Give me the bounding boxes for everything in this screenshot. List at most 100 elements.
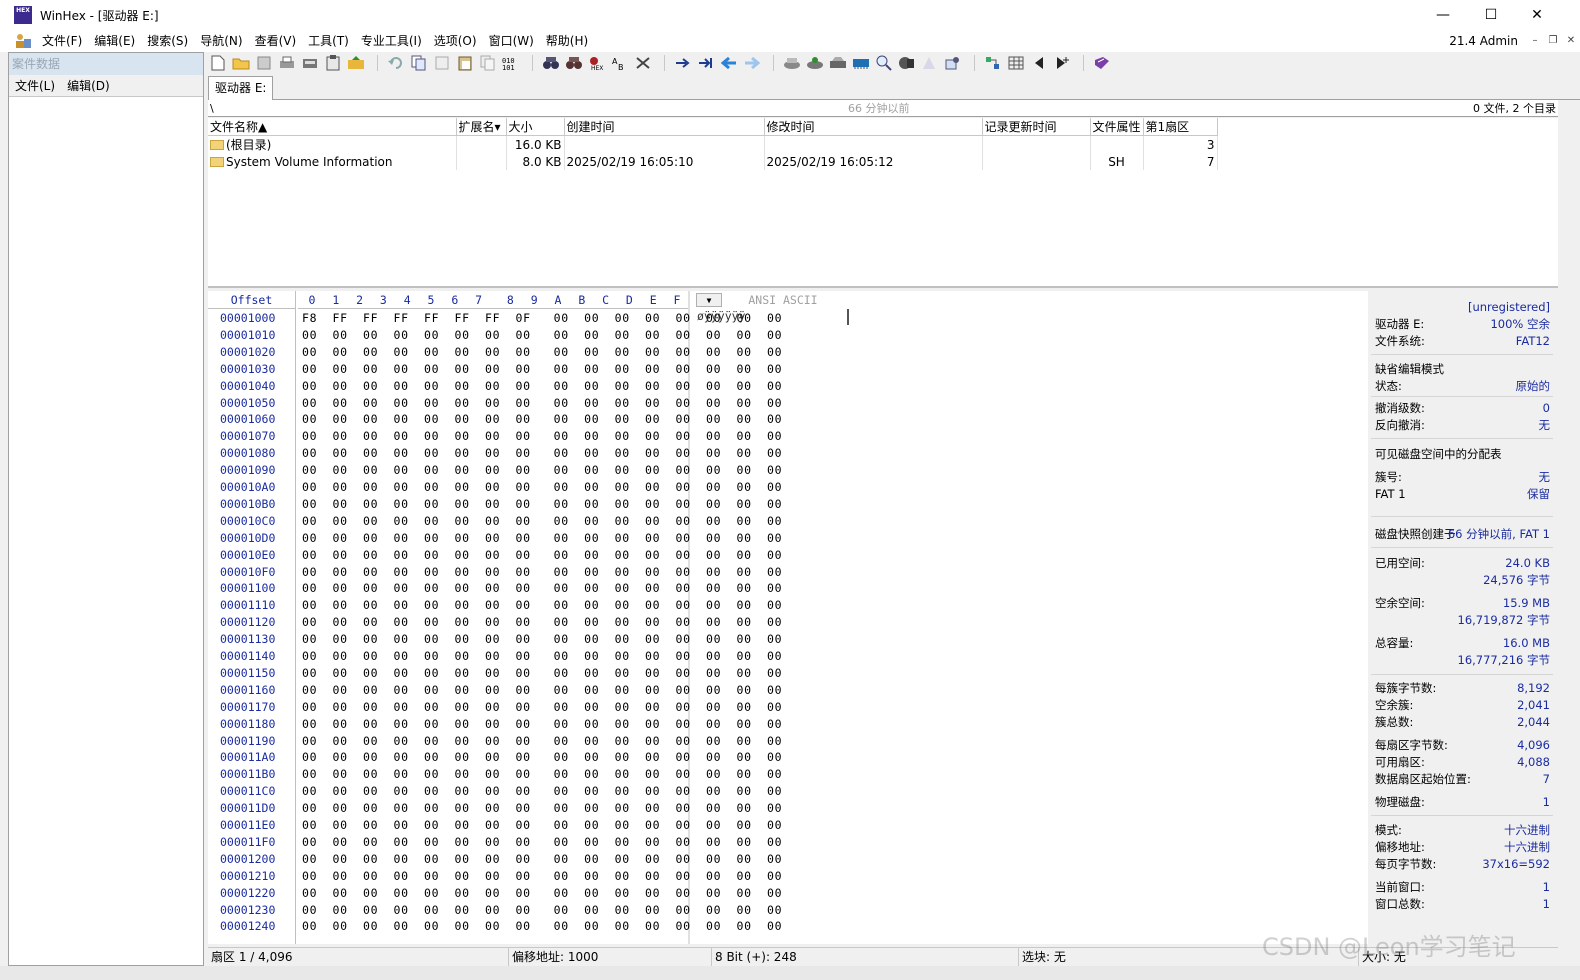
menu-options[interactable]: 选项(O) <box>428 30 483 52</box>
hex-row[interactable]: 00 00 00 00 00 00 00 00 00 00 00 00 00 0… <box>302 919 782 933</box>
paste-zero-icon[interactable] <box>478 54 498 72</box>
hex-editor[interactable]: Offset 0 1 2 3 4 5 6 7 8 9 A B C D E F ▼ ANSI ASCII 000… <box>208 291 1368 944</box>
hex-row[interactable]: 00 00 00 00 00 00 00 00 00 00 00 00 00 0… <box>302 531 782 545</box>
menu-help[interactable]: 帮助(H) <box>540 30 594 52</box>
col-filename[interactable]: 文件名称▲ <box>208 118 457 136</box>
hex-row[interactable]: 00 00 00 00 00 00 00 00 00 00 00 00 00 0… <box>302 615 782 629</box>
hex-row[interactable]: 00 00 00 00 00 00 00 00 00 00 00 00 00 0… <box>302 852 782 866</box>
goto-sector-icon[interactable] <box>696 54 716 72</box>
paste-icon[interactable] <box>455 54 475 72</box>
print-icon[interactable] <box>277 54 297 72</box>
hex-row[interactable]: 00 00 00 00 00 00 00 00 00 00 00 00 00 0… <box>302 480 782 494</box>
hex-row[interactable]: 00 00 00 00 00 00 00 00 00 00 00 00 00 0… <box>302 734 782 748</box>
hex-row[interactable]: 00 00 00 00 00 00 00 00 00 00 00 00 00 0… <box>302 818 782 832</box>
cut-icon[interactable] <box>432 54 452 72</box>
hex-row[interactable]: 00 00 00 00 00 00 00 00 00 00 00 00 00 0… <box>302 412 782 426</box>
charset-dropdown[interactable]: ▼ <box>696 293 722 307</box>
disk-image-icon[interactable] <box>828 54 848 72</box>
menu-view[interactable]: 查看(V) <box>249 30 303 52</box>
minimize-button[interactable]: — <box>1420 0 1466 30</box>
hex-row[interactable]: 00 00 00 00 00 00 00 00 00 00 00 00 00 0… <box>302 514 782 528</box>
replace-hex-icon[interactable]: AB <box>610 54 630 72</box>
zoom-icon[interactable] <box>874 54 894 72</box>
hex-row[interactable]: 00 00 00 00 00 00 00 00 00 00 00 00 00 0… <box>302 446 782 460</box>
replace-text-icon[interactable]: HEX <box>587 54 607 72</box>
hex-row[interactable]: 00 00 00 00 00 00 00 00 00 00 00 00 00 0… <box>302 886 782 900</box>
menu-file[interactable]: 文件(F) <box>36 30 88 52</box>
write-binary-icon[interactable]: 010 101 <box>501 54 521 72</box>
hex-row[interactable]: 00 00 00 00 00 00 00 00 00 00 00 00 00 0… <box>302 700 782 714</box>
hex-row[interactable]: 00 00 00 00 00 00 00 00 00 00 00 00 00 0… <box>302 632 782 646</box>
help-book-icon[interactable] <box>1092 54 1112 72</box>
export-icon[interactable] <box>346 54 366 72</box>
hex-row[interactable]: 00 00 00 00 00 00 00 00 00 00 00 00 00 0… <box>302 548 782 562</box>
hex-row[interactable]: 00 00 00 00 00 00 00 00 00 00 00 00 00 0… <box>302 903 782 917</box>
find-integer-icon[interactable] <box>633 54 653 72</box>
hex-row[interactable]: 00 00 00 00 00 00 00 00 00 00 00 00 00 0… <box>302 362 782 376</box>
menu-window[interactable]: 窗口(W) <box>483 30 540 52</box>
hex-row[interactable]: 00 00 00 00 00 00 00 00 00 00 00 00 00 0… <box>302 717 782 731</box>
ram-editor-icon[interactable] <box>851 54 871 72</box>
case-menu-file[interactable]: 文件(L) <box>9 77 61 94</box>
next-sector-icon[interactable] <box>1052 54 1072 72</box>
table-row[interactable]: System Volume Information 8.0 KB 2025/02… <box>208 153 1218 170</box>
hex-row[interactable]: 00 00 00 00 00 00 00 00 00 00 00 00 00 0… <box>302 429 782 443</box>
table-row[interactable]: (根目录) 16.0 KB 3 <box>208 135 1218 153</box>
ascii-row[interactable]: øÿÿÿÿÿÿ <box>697 309 745 323</box>
hex-row[interactable]: 00 00 00 00 00 00 00 00 00 00 00 00 00 0… <box>302 683 782 697</box>
calculator-icon[interactable] <box>897 54 917 72</box>
analyze-icon[interactable] <box>943 54 963 72</box>
hex-row[interactable]: 00 00 00 00 00 00 00 00 00 00 00 00 00 0… <box>302 497 782 511</box>
tab-drive-e[interactable]: 驱动器 E: <box>208 76 274 100</box>
hex-row[interactable]: 00 00 00 00 00 00 00 00 00 00 00 00 00 0… <box>302 379 782 393</box>
maximize-button[interactable]: ☐ <box>1468 0 1514 30</box>
copy-icon[interactable] <box>409 54 429 72</box>
case-users-icon[interactable] <box>14 33 32 49</box>
hex-row[interactable]: 00 00 00 00 00 00 00 00 00 00 00 00 00 0… <box>302 463 782 477</box>
hex-row[interactable]: 00 00 00 00 00 00 00 00 00 00 00 00 00 0… <box>302 581 782 595</box>
find-text-icon[interactable] <box>541 54 561 72</box>
menu-edit[interactable]: 编辑(E) <box>88 30 141 52</box>
col-created[interactable]: 创建时间 <box>564 118 765 136</box>
forward-arrow-icon[interactable] <box>742 54 762 72</box>
hex-row[interactable]: 00 00 00 00 00 00 00 00 00 00 00 00 00 0… <box>302 565 782 579</box>
properties-icon[interactable] <box>300 54 320 72</box>
goto-offset-icon[interactable] <box>673 54 693 72</box>
hex-row[interactable]: 00 00 00 00 00 00 00 00 00 00 00 00 00 0… <box>302 801 782 815</box>
clipboard-icon[interactable] <box>323 54 343 72</box>
hex-row[interactable]: 00 00 00 00 00 00 00 00 00 00 00 00 00 0… <box>302 767 782 781</box>
open-disk-icon[interactable] <box>782 54 802 72</box>
clone-disk-icon[interactable] <box>805 54 825 72</box>
hex-row[interactable]: 00 00 00 00 00 00 00 00 00 00 00 00 00 0… <box>302 328 782 342</box>
close-button[interactable]: ✕ <box>1514 0 1560 30</box>
hex-row[interactable]: 00 00 00 00 00 00 00 00 00 00 00 00 00 0… <box>302 345 782 359</box>
hex-row[interactable]: 00 00 00 00 00 00 00 00 00 00 00 00 00 0… <box>302 649 782 663</box>
table-icon[interactable] <box>1006 54 1026 72</box>
file-list-scrollbar[interactable] <box>1558 100 1570 288</box>
hash-icon[interactable] <box>920 54 940 72</box>
template-icon[interactable] <box>983 54 1003 72</box>
mdi-minimize-button[interactable]: – <box>1526 33 1544 49</box>
hex-row[interactable]: 00 00 00 00 00 00 00 00 00 00 00 00 00 0… <box>302 598 782 612</box>
col-size[interactable]: 大小 <box>506 118 565 136</box>
menu-tools[interactable]: 工具(T) <box>302 30 355 52</box>
hex-row[interactable]: 00 00 00 00 00 00 00 00 00 00 00 00 00 0… <box>302 835 782 849</box>
menu-pro-tools[interactable]: 专业工具(I) <box>355 30 428 52</box>
mdi-restore-button[interactable]: ❐ <box>1544 33 1562 49</box>
find-hex-icon[interactable] <box>564 54 584 72</box>
save-icon[interactable] <box>254 54 274 72</box>
mdi-close-button[interactable]: ✕ <box>1562 33 1580 49</box>
undo-icon[interactable] <box>386 54 406 72</box>
hex-row[interactable]: 00 00 00 00 00 00 00 00 00 00 00 00 00 0… <box>302 750 782 764</box>
col-extension[interactable]: 扩展名▾ <box>456 118 507 136</box>
menu-search[interactable]: 搜索(S) <box>141 30 194 52</box>
open-folder-icon[interactable] <box>231 54 251 72</box>
back-arrow-icon[interactable] <box>719 54 739 72</box>
col-record-updated[interactable]: 记录更新时间 <box>982 118 1091 136</box>
new-file-icon[interactable] <box>208 54 228 72</box>
hex-row[interactable]: 00 00 00 00 00 00 00 00 00 00 00 00 00 0… <box>302 784 782 798</box>
case-menu-edit[interactable]: 编辑(D) <box>61 77 116 94</box>
hex-row[interactable]: 00 00 00 00 00 00 00 00 00 00 00 00 00 0… <box>302 666 782 680</box>
col-attributes[interactable]: 文件属性 <box>1090 118 1144 136</box>
prev-sector-icon[interactable] <box>1029 54 1049 72</box>
